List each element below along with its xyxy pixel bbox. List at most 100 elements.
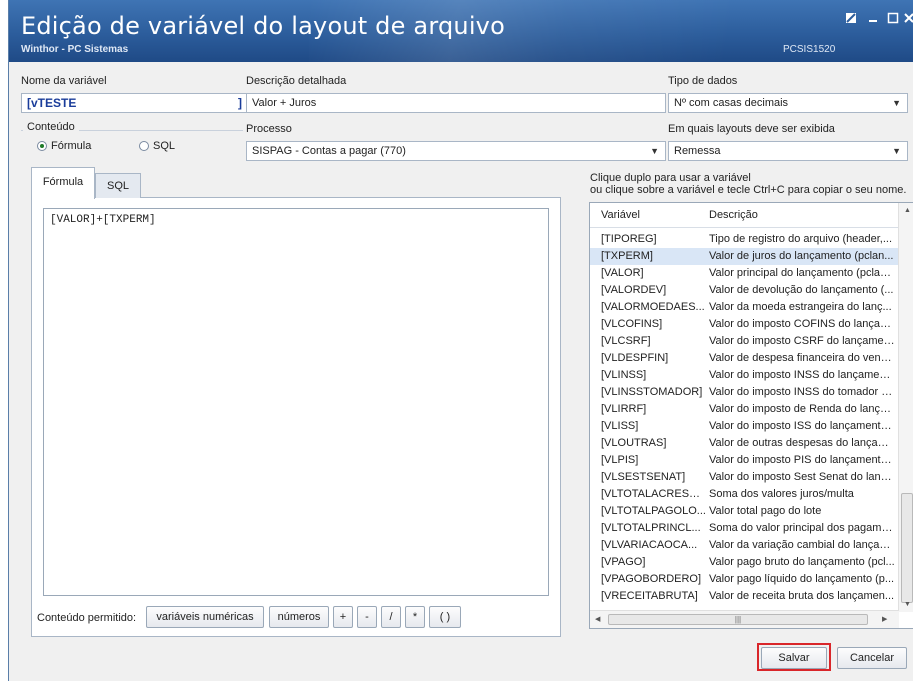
list-item-description: Valor do imposto Sest Senat do lanç... — [709, 471, 895, 483]
column-descricao[interactable]: Descrição — [709, 209, 758, 221]
processo-label: Processo — [246, 123, 292, 135]
tipo-dados-select[interactable]: Nº com casas decimais ▼ — [668, 93, 908, 113]
list-item-variable: [VALOR] — [601, 267, 644, 279]
list-item-description: Valor do imposto CSRF do lançamen... — [709, 335, 895, 347]
list-item-description: Valor de outras despesas do lançam... — [709, 437, 895, 449]
radio-formula-label: Fórmula — [51, 140, 92, 152]
formula-editor[interactable]: [VALOR]+[TXPERM] — [43, 208, 549, 596]
nome-label: Nome da variável — [21, 75, 107, 87]
list-item[interactable]: [VALORMOEDAES... Valor da moeda estrangei… — [590, 299, 899, 316]
variables-list[interactable]: Variável Descrição [TIPOREG] Tipo de regi… — [589, 202, 913, 629]
list-item-description: Valor de receita bruta dos lançamen... — [709, 590, 895, 602]
list-item[interactable]: [VLPIS] Valor do imposto PIS do lançament… — [590, 452, 899, 469]
list-item[interactable]: [VLCOFINS] Valor do imposto COFINS do lan… — [590, 316, 899, 333]
scroll-down-icon[interactable]: ▼ — [904, 601, 911, 608]
close-icon[interactable] — [901, 12, 913, 26]
window-subtitle: Winthor - PC Sistemas — [21, 44, 129, 55]
horizontal-scrollbar[interactable]: ◀ ||| ▶ — [590, 610, 899, 628]
conteudo-label-bg: Conteúdo — [23, 121, 79, 133]
radio-sql[interactable]: SQL — [139, 140, 175, 152]
variaveis-numericas-button[interactable]: variáveis numéricas — [146, 606, 264, 628]
list-item-description: Valor do imposto INSS do tomador d... — [709, 386, 895, 398]
list-item-description: Valor pago líquido do lançamento (p... — [709, 573, 895, 585]
minimize-icon[interactable] — [865, 12, 881, 26]
list-item-variable: [VALORMOEDAES... — [601, 301, 705, 313]
dropdown-arrow-icon: ▼ — [650, 146, 659, 156]
list-item-variable: [VLVARIACAOCA... — [601, 539, 698, 551]
list-item-description: Valor da variação cambial do lançam... — [709, 539, 895, 551]
layouts-value: Remessa — [674, 145, 721, 157]
list-item[interactable]: [VPAGOBORDERO] Valor pago líquido do lanç… — [590, 571, 899, 588]
plus-button[interactable]: + — [333, 606, 353, 628]
scroll-up-icon[interactable]: ▲ — [904, 207, 911, 214]
list-item[interactable]: [VLCSRF] Valor do imposto CSRF do lançame… — [590, 333, 899, 350]
list-item-description: Soma do valor principal dos pagame... — [709, 522, 895, 534]
radio-formula[interactable]: Fórmula — [37, 140, 91, 152]
list-item-description: Valor de devolução do lançamento (... — [709, 284, 894, 296]
list-item[interactable]: [VLDESPFIN] Valor de despesa financeira d… — [590, 350, 899, 367]
processo-select[interactable]: SISPAG - Contas a pagar (770) ▼ — [246, 141, 666, 161]
vertical-scrollbar[interactable]: ▲ ▼ — [898, 203, 913, 612]
column-variavel[interactable]: Variável — [601, 209, 640, 221]
title-bar[interactable]: Edição de variável do layout de arquivo … — [9, 0, 913, 62]
list-item-variable: [VLINSSTOMADOR] — [601, 386, 703, 398]
list-item[interactable]: [VALOR] Valor principal do lançamento (pc… — [590, 265, 899, 282]
vertical-scroll-thumb[interactable] — [901, 493, 913, 603]
tab-sql[interactable]: SQL — [95, 173, 141, 198]
list-item[interactable]: [VLOUTRAS] Valor de outras despesas do la… — [590, 435, 899, 452]
list-item-description: Valor da moeda estrangeira do lanç... — [709, 301, 892, 313]
nome-variavel-input[interactable]: [vTESTE ] — [21, 93, 249, 113]
divide-button[interactable]: / — [381, 606, 401, 628]
list-item-description: Valor do imposto ISS do lançamento ... — [709, 420, 895, 432]
list-item-variable: [VLTOTALPAGOLO... — [601, 505, 706, 517]
layouts-label: Em quais layouts deve ser exibida — [668, 123, 835, 135]
list-item[interactable]: [TIPOREG] Tipo de registro do arquivo (he… — [590, 231, 899, 248]
tipo-label: Tipo de dados — [668, 75, 738, 87]
list-item-description: Valor total pago do lote — [709, 505, 822, 517]
list-item[interactable]: [VALORDEV] Valor de devolução do lançamen… — [590, 282, 899, 299]
list-item-description: Valor do imposto INSS do lançament... — [709, 369, 895, 381]
multiply-button[interactable]: * — [405, 606, 425, 628]
list-item[interactable]: [VLTOTALPAGOLO... Valor total pago do lot… — [590, 503, 899, 520]
descricao-input[interactable]: Valor + Juros — [246, 93, 666, 113]
list-item[interactable]: [VLISS] Valor do imposto ISS do lançament… — [590, 418, 899, 435]
list-item[interactable]: [VLSESTSENAT] Valor do imposto Sest Senat… — [590, 469, 899, 486]
list-item-variable: [VLTOTALACRESC... — [601, 488, 706, 500]
list-item-variable: [VLCSRF] — [601, 335, 651, 347]
save-button[interactable]: Salvar — [761, 647, 827, 669]
numeros-button[interactable]: números — [269, 606, 329, 628]
list-item-variable: [VLSESTSENAT] — [601, 471, 686, 483]
restore-icon[interactable] — [843, 12, 859, 26]
maximize-icon[interactable] — [885, 12, 901, 26]
list-item-variable: [VLTOTALPRINCL... — [601, 522, 701, 534]
layouts-select[interactable]: Remessa ▼ — [668, 141, 908, 161]
list-item[interactable]: [TXPERM] Valor de juros do lançamento (pc… — [590, 248, 899, 265]
screen-code: PCSIS1520 — [783, 44, 836, 55]
cancel-button[interactable]: Cancelar — [837, 647, 907, 669]
minus-button[interactable]: - — [357, 606, 377, 628]
parentheses-button[interactable]: ( ) — [429, 606, 461, 628]
processo-value: SISPAG - Contas a pagar (770) — [252, 145, 406, 157]
radio-selected-icon — [37, 141, 47, 151]
tab-formula[interactable]: Fórmula — [31, 167, 95, 199]
list-item[interactable]: [VLINSS] Valor do imposto INSS do lançame… — [590, 367, 899, 384]
list-item[interactable]: [VPAGO] Valor pago bruto do lançamento (p… — [590, 554, 899, 571]
list-item[interactable]: [VLIRRF] Valor do imposto de Renda do lan… — [590, 401, 899, 418]
list-item[interactable]: [VRECEITABRUTA] Valor de receita bruta do… — [590, 588, 899, 605]
list-item-variable: [VLPIS] — [601, 454, 639, 466]
list-item-variable: [VLIRRF] — [601, 403, 647, 415]
list-item[interactable]: [VLINSSTOMADOR] Valor do imposto INSS do … — [590, 384, 899, 401]
list-item[interactable]: [VLTOTALACRESC... Soma dos valores juros/… — [590, 486, 899, 503]
list-item-description: Soma dos valores juros/multa — [709, 488, 854, 500]
list-item-variable: [VRECEITABRUTA] — [601, 590, 698, 602]
scroll-right-icon[interactable]: ▶ — [882, 615, 887, 623]
list-item[interactable]: [VLTOTALPRINCL... Soma do valor principal… — [590, 520, 899, 537]
list-item-variable: [VLISS] — [601, 420, 639, 432]
horizontal-scroll-thumb[interactable]: ||| — [608, 614, 868, 625]
dropdown-arrow-icon: ▼ — [892, 146, 901, 156]
list-item[interactable]: [VLVARIACAOCA... Valor da variação cambia… — [590, 537, 899, 554]
scroll-left-icon[interactable]: ◀ — [595, 615, 600, 623]
list-item-description: Valor principal do lançamento (pclan... — [709, 267, 895, 279]
list-item-description: Valor pago bruto do lançamento (pcl... — [709, 556, 895, 568]
tipo-value: Nº com casas decimais — [674, 97, 789, 109]
